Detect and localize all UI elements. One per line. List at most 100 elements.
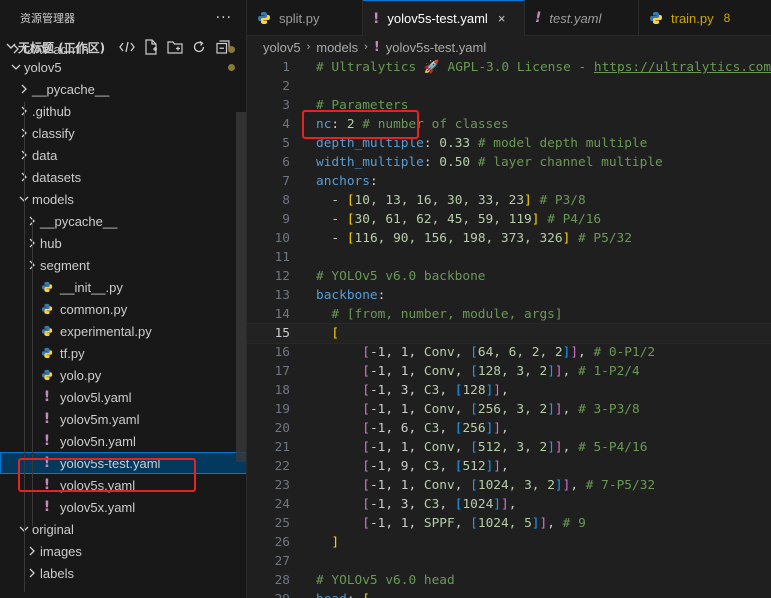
- problems-badge: 8: [723, 11, 731, 25]
- code-line[interactable]: 27: [247, 552, 771, 571]
- tree-folder-datasets[interactable]: datasets: [0, 166, 246, 188]
- chevron-right-icon: [16, 84, 32, 94]
- line-number: 1: [282, 60, 290, 75]
- code-line[interactable]: 9 - [30, 61, 62, 45, 59, 119] # P4/16: [247, 210, 771, 229]
- tree-folder-original[interactable]: original: [0, 518, 246, 540]
- code-line[interactable]: 16 [-1, 1, Conv, [64, 6, 2, 2]], # 0-P1/…: [247, 343, 771, 362]
- tree-folder-uav-admin[interactable]: UAV-admin: [0, 42, 246, 56]
- code-line[interactable]: 13 backbone:: [247, 286, 771, 305]
- code-token: # P5/32: [578, 231, 632, 246]
- code-token: 64, 6, 2, 2: [477, 345, 563, 360]
- code-line[interactable]: 15 [: [247, 323, 771, 344]
- code-token: C3: [423, 497, 440, 512]
- code-line[interactable]: 20 [-1, 6, C3, [256]],: [247, 419, 771, 438]
- tree-folder-segment[interactable]: segment: [0, 254, 246, 276]
- code-editor[interactable]: 1 # Ultralytics 🚀 AGPL-3.0 License - http…: [247, 58, 771, 598]
- python-icon: [257, 11, 271, 25]
- tree-file-tf-py[interactable]: tf.py: [0, 342, 246, 364]
- code-line[interactable]: 6 width_multiple: 0.50 # layer channel mu…: [247, 153, 771, 172]
- tree-file-yolov5n-yaml[interactable]: ! yolov5n.yaml: [0, 430, 246, 452]
- tree-file-experimental-py[interactable]: experimental.py: [0, 320, 246, 342]
- tab-train-py[interactable]: train.py 8: [639, 0, 771, 36]
- code-token: 1024, 3, 2: [477, 478, 555, 493]
- tree-item-label: yolov5x.yaml: [60, 499, 136, 515]
- more-actions-icon[interactable]: ···: [216, 10, 232, 26]
- code-line[interactable]: 10 - [116, 90, 156, 198, 373, 326] # P5/…: [247, 229, 771, 248]
- tree-file-yolov5l-yaml[interactable]: ! yolov5l.yaml: [0, 386, 246, 408]
- code-text: [-1, 1, Conv, [512, 3, 2]], # 5-P4/16: [362, 440, 648, 455]
- tree-folder-yolov5[interactable]: yolov5: [0, 56, 246, 78]
- tab-label: split.py: [279, 10, 320, 26]
- line-number: 10: [274, 231, 290, 246]
- code-line[interactable]: 18 [-1, 3, C3, [128]],: [247, 381, 771, 400]
- code-text: # [from, number, module, args]: [316, 307, 562, 322]
- code-token: 30, 61, 62, 45, 59, 119: [354, 212, 532, 227]
- code-line[interactable]: 8 - [10, 13, 16, 30, 33, 23] # P3/8: [247, 191, 771, 210]
- line-number: 12: [274, 269, 290, 284]
- code-token: 1024: [462, 497, 494, 512]
- line-number: 16: [274, 345, 290, 360]
- tree-folder-pycache[interactable]: __pycache__: [0, 78, 246, 100]
- tree-file-yolo-py[interactable]: yolo.py: [0, 364, 246, 386]
- breadcrumb-item[interactable]: yolov5: [263, 40, 301, 55]
- code-line[interactable]: 11: [247, 248, 771, 267]
- close-icon[interactable]: ×: [498, 11, 506, 26]
- code-line[interactable]: 22 [-1, 9, C3, [512]],: [247, 457, 771, 476]
- explorer-sidebar: 资源管理器 ··· 无标题 (工作区) UAV-admin yolov5 __pyc…: [0, 0, 247, 598]
- tree-folder-data[interactable]: data: [0, 144, 246, 166]
- code-token: 10, 13, 16, 30, 33, 23: [354, 193, 525, 208]
- tree-folder-models[interactable]: models: [0, 188, 246, 210]
- tree-item-label: original: [32, 521, 74, 537]
- tab-split-py[interactable]: split.py: [247, 0, 363, 36]
- python-icon: [40, 303, 54, 315]
- code-token: https://ultralytics.com: [593, 60, 771, 75]
- code-token: 512: [462, 459, 486, 474]
- code-line[interactable]: 2: [247, 77, 771, 96]
- tree-item-label: .github: [32, 103, 72, 119]
- tree-folder-pycache[interactable]: __pycache__: [0, 210, 246, 232]
- code-line[interactable]: 25 [-1, 1, SPPF, [1024, 5]], # 9: [247, 514, 771, 533]
- tree-item-label: common.py: [60, 301, 128, 317]
- line-number: 6: [282, 155, 290, 170]
- code-line[interactable]: 19 [-1, 1, Conv, [256, 3, 2]], # 3-P3/8: [247, 400, 771, 419]
- tree-folder-classify[interactable]: classify: [0, 122, 246, 144]
- code-token: backbone: [316, 288, 378, 303]
- tree-file-common-py[interactable]: common.py: [0, 298, 246, 320]
- code-token: anchors: [316, 174, 370, 189]
- python-icon: [40, 281, 54, 293]
- code-line[interactable]: 17 [-1, 1, Conv, [128, 3, 2]], # 1-P2/4: [247, 362, 771, 381]
- tab-yolov5s-test-yaml[interactable]: ! yolov5s-test.yaml ×: [363, 0, 525, 36]
- line-number: 4: [282, 117, 290, 132]
- breadcrumb-item[interactable]: models: [316, 40, 358, 55]
- code-line[interactable]: 12 # YOLOv5 v6.0 backbone: [247, 267, 771, 286]
- tree-folder-github[interactable]: .github: [0, 100, 246, 122]
- tree-file-yolov5x-yaml[interactable]: ! yolov5x.yaml: [0, 496, 246, 518]
- line-number: 19: [274, 402, 290, 417]
- code-line[interactable]: 21 [-1, 1, Conv, [512, 3, 2]], # 5-P4/16: [247, 438, 771, 457]
- tree-item-label: yolov5: [24, 59, 62, 75]
- code-line[interactable]: 26 ]: [247, 533, 771, 552]
- sidebar-scrollbar[interactable]: [236, 112, 246, 462]
- code-text: [-1, 6, C3, [256]],: [362, 421, 509, 436]
- code-token: # YOLOv5 v6.0 backbone: [316, 269, 486, 284]
- code-token: # Ultralytics 🚀 AGPL-3.0 License -: [316, 60, 594, 75]
- tree-folder-hub[interactable]: hub: [0, 232, 246, 254]
- code-line[interactable]: 24 [-1, 3, C3, [1024]],: [247, 495, 771, 514]
- code-text: - [30, 61, 62, 45, 59, 119] # P4/16: [316, 212, 602, 227]
- breadcrumb-item[interactable]: yolov5s-test.yaml: [386, 40, 486, 55]
- line-number: 8: [282, 193, 290, 208]
- code-line[interactable]: 1 # Ultralytics 🚀 AGPL-3.0 License - http…: [247, 58, 771, 77]
- code-line[interactable]: 7 anchors:: [247, 172, 771, 191]
- code-line[interactable]: 14 # [from, number, module, args]: [247, 305, 771, 324]
- tree-file-yolov5m-yaml[interactable]: ! yolov5m.yaml: [0, 408, 246, 430]
- code-line[interactable]: 28 # YOLOv5 v6.0 head: [247, 571, 771, 590]
- tree-item-label: __init__.py: [60, 279, 123, 295]
- code-text: [-1, 1, Conv, [256, 3, 2]], # 3-P3/8: [362, 402, 640, 417]
- code-line[interactable]: 23 [-1, 1, Conv, [1024, 3, 2]], # 7-P5/3…: [247, 476, 771, 495]
- tree-file-init-py[interactable]: __init__.py: [0, 276, 246, 298]
- tree-folder-labels[interactable]: labels: [0, 562, 246, 584]
- tab-test-yaml[interactable]: ! test.yaml: [525, 0, 639, 36]
- code-token: # 0-P1/2: [593, 345, 656, 360]
- code-line[interactable]: 29 head: [: [247, 590, 771, 598]
- tree-folder-images[interactable]: images: [0, 540, 246, 562]
